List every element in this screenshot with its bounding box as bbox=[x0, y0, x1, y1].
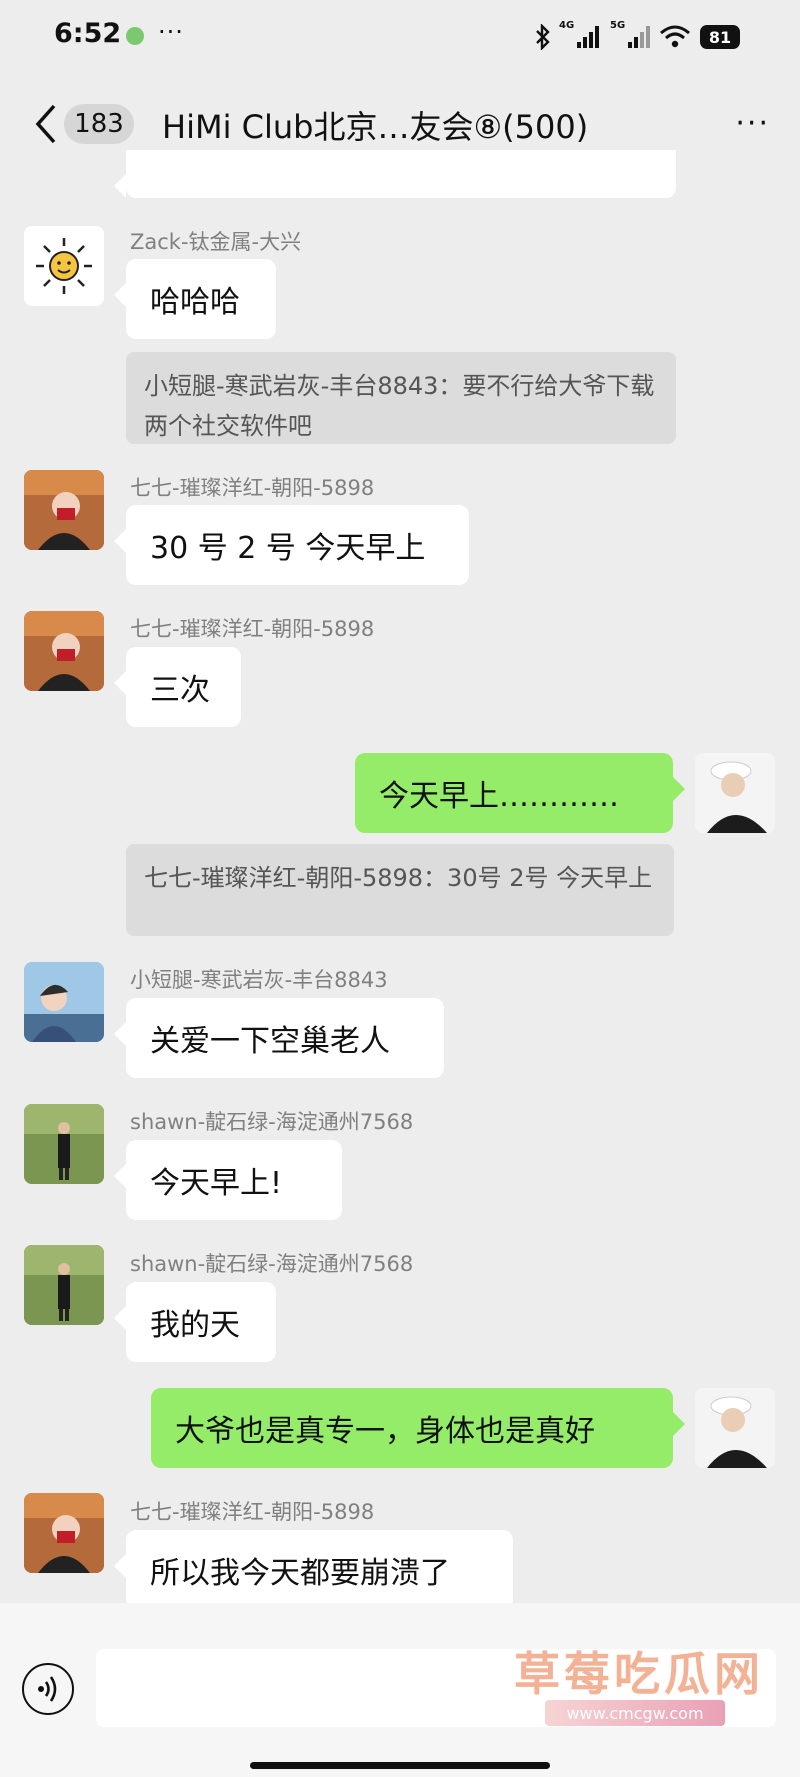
status-icons: 4G 5G 81 bbox=[534, 20, 740, 54]
avatar-person-icon bbox=[24, 1245, 104, 1325]
network-5g-label: 5G bbox=[610, 20, 626, 31]
quoted-message[interactable]: 七七-璀璨洋红-朝阳-5898：30号 2号 今天早上 bbox=[126, 844, 674, 936]
message-bubble[interactable]: 所以我今天都要崩溃了 bbox=[114, 1530, 513, 1610]
unread-count-badge[interactable]: 183 bbox=[64, 104, 134, 144]
signal-5g-icon: 5G bbox=[610, 20, 650, 48]
network-4g-label: 4G bbox=[559, 20, 575, 31]
avatar-person-icon bbox=[24, 470, 104, 550]
avatar-shawn[interactable] bbox=[24, 1245, 104, 1325]
avatar-qiqi[interactable] bbox=[24, 470, 104, 550]
back-arrow-icon[interactable] bbox=[30, 102, 62, 146]
voice-icon bbox=[38, 1676, 57, 1702]
home-indicator[interactable] bbox=[250, 1762, 550, 1769]
message-bubble[interactable]: 关爱一下空巢老人 bbox=[114, 998, 444, 1078]
status-time: 6:52 bbox=[54, 18, 122, 49]
quoted-message[interactable]: 小短腿-寒武岩灰-丰台8843：要不行给大爷下载两个社交软件吧 bbox=[126, 352, 676, 444]
avatar-person-icon bbox=[24, 1493, 104, 1573]
quote-text: 小短腿-寒武岩灰-丰台8843：要不行给大爷下载两个社交软件吧 bbox=[144, 372, 655, 440]
battery-icon: 81 bbox=[700, 25, 740, 49]
partial-message-bubble[interactable] bbox=[114, 150, 676, 198]
watermark-text: 草莓吃瓜网 bbox=[514, 1647, 764, 1701]
more-options-icon[interactable]: ··· bbox=[735, 106, 770, 141]
self-message-bubble[interactable]: 今天早上………… bbox=[355, 753, 685, 833]
avatar-qiqi[interactable] bbox=[24, 1493, 104, 1573]
avatar-self[interactable] bbox=[695, 753, 775, 833]
message-bubble[interactable]: 我的天 bbox=[114, 1282, 276, 1362]
sender-name: shawn-靛石绿-海淀通州7568 bbox=[130, 1110, 414, 1134]
message-bubble[interactable]: 30 号 2 号 今天早上 bbox=[114, 505, 469, 585]
voice-input-button[interactable] bbox=[22, 1663, 74, 1715]
chat-title[interactable]: HiMi Club北京…友会⑧(500) bbox=[162, 102, 588, 148]
avatar-xiaoduantui[interactable] bbox=[24, 962, 104, 1042]
avatar-person-icon bbox=[24, 611, 104, 691]
message-bubble[interactable]: 今天早上! bbox=[114, 1140, 342, 1220]
message-bubble[interactable]: 哈哈哈 bbox=[114, 259, 276, 339]
sender-name: 小短腿-寒武岩灰-丰台8843 bbox=[130, 968, 388, 992]
watermark-url: www.cmcgw.com bbox=[545, 1700, 725, 1726]
sender-name: 七七-璀璨洋红-朝阳-5898 bbox=[130, 476, 375, 500]
self-message-bubble[interactable]: 大爷也是真专一，身体也是真好 bbox=[151, 1388, 685, 1468]
sender-name: Zack-钛金属-大兴 bbox=[130, 230, 302, 254]
sun-icon bbox=[36, 238, 92, 294]
status-bar: 6:52 ··· 4G 5G 81 bbox=[0, 0, 800, 80]
wifi-icon bbox=[660, 25, 690, 48]
message-bubble[interactable]: 三次 bbox=[114, 647, 241, 727]
avatar-sun[interactable] bbox=[24, 226, 104, 306]
avatar-shawn[interactable] bbox=[24, 1104, 104, 1184]
avatar-self[interactable] bbox=[695, 1388, 775, 1468]
bluetooth-icon bbox=[536, 24, 550, 50]
avatar-person-icon bbox=[695, 753, 775, 833]
avatar-qiqi[interactable] bbox=[24, 611, 104, 691]
avatar-person-icon bbox=[695, 1388, 775, 1468]
avatar-person-icon bbox=[24, 962, 104, 1042]
avatar-person-icon bbox=[24, 1104, 104, 1184]
sender-name: 七七-璀璨洋红-朝阳-5898 bbox=[130, 1500, 375, 1524]
sender-name: shawn-靛石绿-海淀通州7568 bbox=[130, 1252, 414, 1276]
quote-text: 七七-璀璨洋红-朝阳-5898：30号 2号 今天早上 bbox=[144, 864, 653, 892]
wechat-notification-icon bbox=[126, 27, 144, 45]
sender-name: 七七-璀璨洋红-朝阳-5898 bbox=[130, 617, 375, 641]
more-notifications-icon: ··· bbox=[158, 18, 184, 46]
signal-4g-icon: 4G bbox=[559, 20, 599, 48]
